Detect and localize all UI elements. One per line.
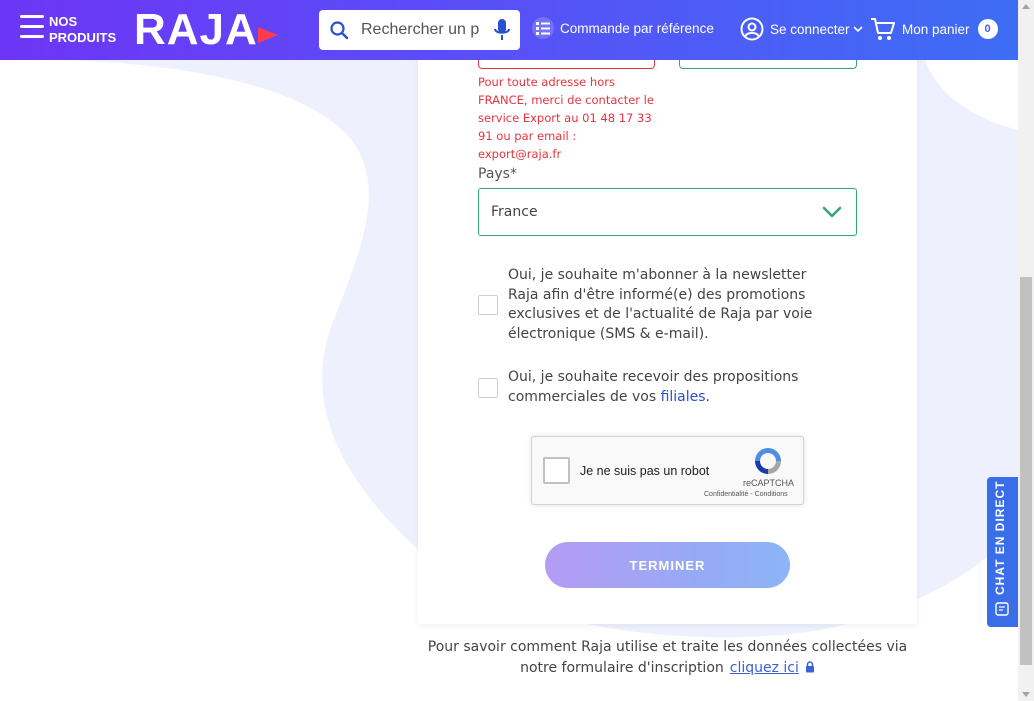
scrollbar-thumb[interactable]: [1020, 277, 1032, 665]
search-bar: [319, 10, 520, 50]
products-menu-label[interactable]: NOS PRODUITS: [49, 14, 119, 46]
live-chat-label: CHAT EN DIRECT: [993, 480, 1007, 595]
lock-icon: [805, 661, 814, 673]
scroll-down-arrow[interactable]: [1022, 692, 1030, 697]
cart-label: Mon panier: [902, 21, 970, 37]
privacy-notice: Pour savoir comment Raja utilise et trai…: [418, 637, 917, 679]
partners-checkbox[interactable]: [478, 378, 498, 398]
cart-count-badge: 0: [977, 19, 998, 39]
recaptcha-brand: reCAPTCHA: [743, 478, 795, 488]
live-chat-tab[interactable]: CHAT EN DIRECT: [987, 477, 1018, 627]
order-by-reference-link[interactable]: Commande par référence: [532, 17, 714, 39]
search-input[interactable]: [361, 18, 479, 42]
newsletter-checkbox[interactable]: [478, 295, 498, 315]
address-error-message: Pour toute adresse hors FRANCE, merci de…: [478, 75, 654, 161]
finish-button[interactable]: TERMINER: [545, 542, 790, 588]
login-label: Se connecter: [770, 21, 850, 37]
page-scrollbar[interactable]: [1018, 0, 1034, 701]
cart-icon: [871, 18, 895, 40]
recaptcha-label: Je ne suis pas un robot: [580, 464, 710, 478]
chevron-down-icon: [852, 26, 863, 33]
country-select-value: France: [491, 204, 538, 220]
partners-consent-text: Oui, je souhaite recevoir des propositio…: [508, 369, 799, 405]
country-label: Pays*: [478, 166, 517, 182]
newsletter-consent-text: Oui, je souhaite m'abonner à la newslett…: [508, 267, 813, 342]
chat-icon: [995, 602, 1009, 616]
top-navigation-bar: NOS PRODUITS RAJA Commande par référence: [0, 0, 1018, 60]
menu-icon[interactable]: [20, 15, 44, 41]
chevron-down-icon: [822, 206, 842, 218]
recaptcha-checkbox[interactable]: [543, 457, 570, 484]
privacy-notice-text: Pour savoir comment Raja utilise et trai…: [427, 639, 908, 676]
recaptcha-widget: Je ne suis pas un robot reCAPTCHA Confid…: [531, 436, 804, 505]
search-icon[interactable]: [329, 20, 349, 40]
logo-flag-icon: [258, 27, 278, 43]
list-icon: [532, 17, 554, 39]
order-by-reference-label: Commande par référence: [560, 20, 714, 36]
signup-form-card: Pour toute adresse hors FRANCE, merci de…: [418, 40, 917, 624]
recaptcha-icon: [755, 448, 781, 474]
subsidiaries-link[interactable]: filiales: [661, 389, 706, 405]
country-select[interactable]: France: [478, 188, 857, 236]
raja-logo[interactable]: RAJA: [134, 8, 278, 52]
recaptcha-terms-link[interactable]: Confidentialité - Conditions: [704, 491, 788, 498]
microphone-icon[interactable]: [493, 18, 511, 42]
privacy-link[interactable]: cliquez ici: [730, 660, 799, 676]
user-icon: [740, 17, 764, 41]
scroll-up-arrow[interactable]: [1022, 4, 1030, 9]
cart-link[interactable]: Mon panier 0: [870, 16, 998, 42]
login-link[interactable]: Se connecter: [740, 17, 869, 41]
